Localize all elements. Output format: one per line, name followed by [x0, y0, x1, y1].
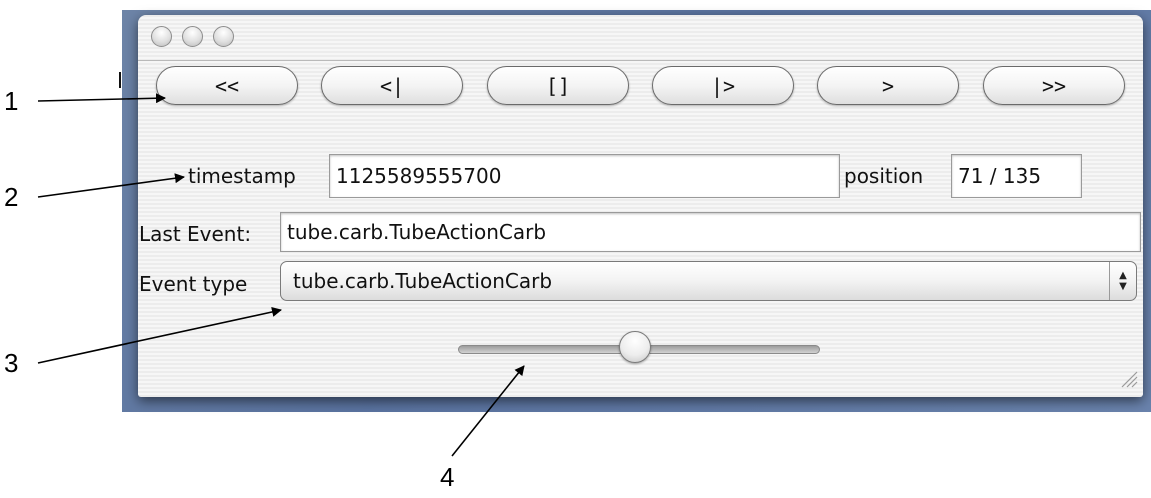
callout-1-arrow [37, 93, 166, 104]
callout-4-arrow [451, 365, 525, 457]
callout-3-arrow [37, 307, 282, 364]
callout-2-arrow [37, 173, 185, 198]
annotation-arrows [37, 93, 525, 457]
